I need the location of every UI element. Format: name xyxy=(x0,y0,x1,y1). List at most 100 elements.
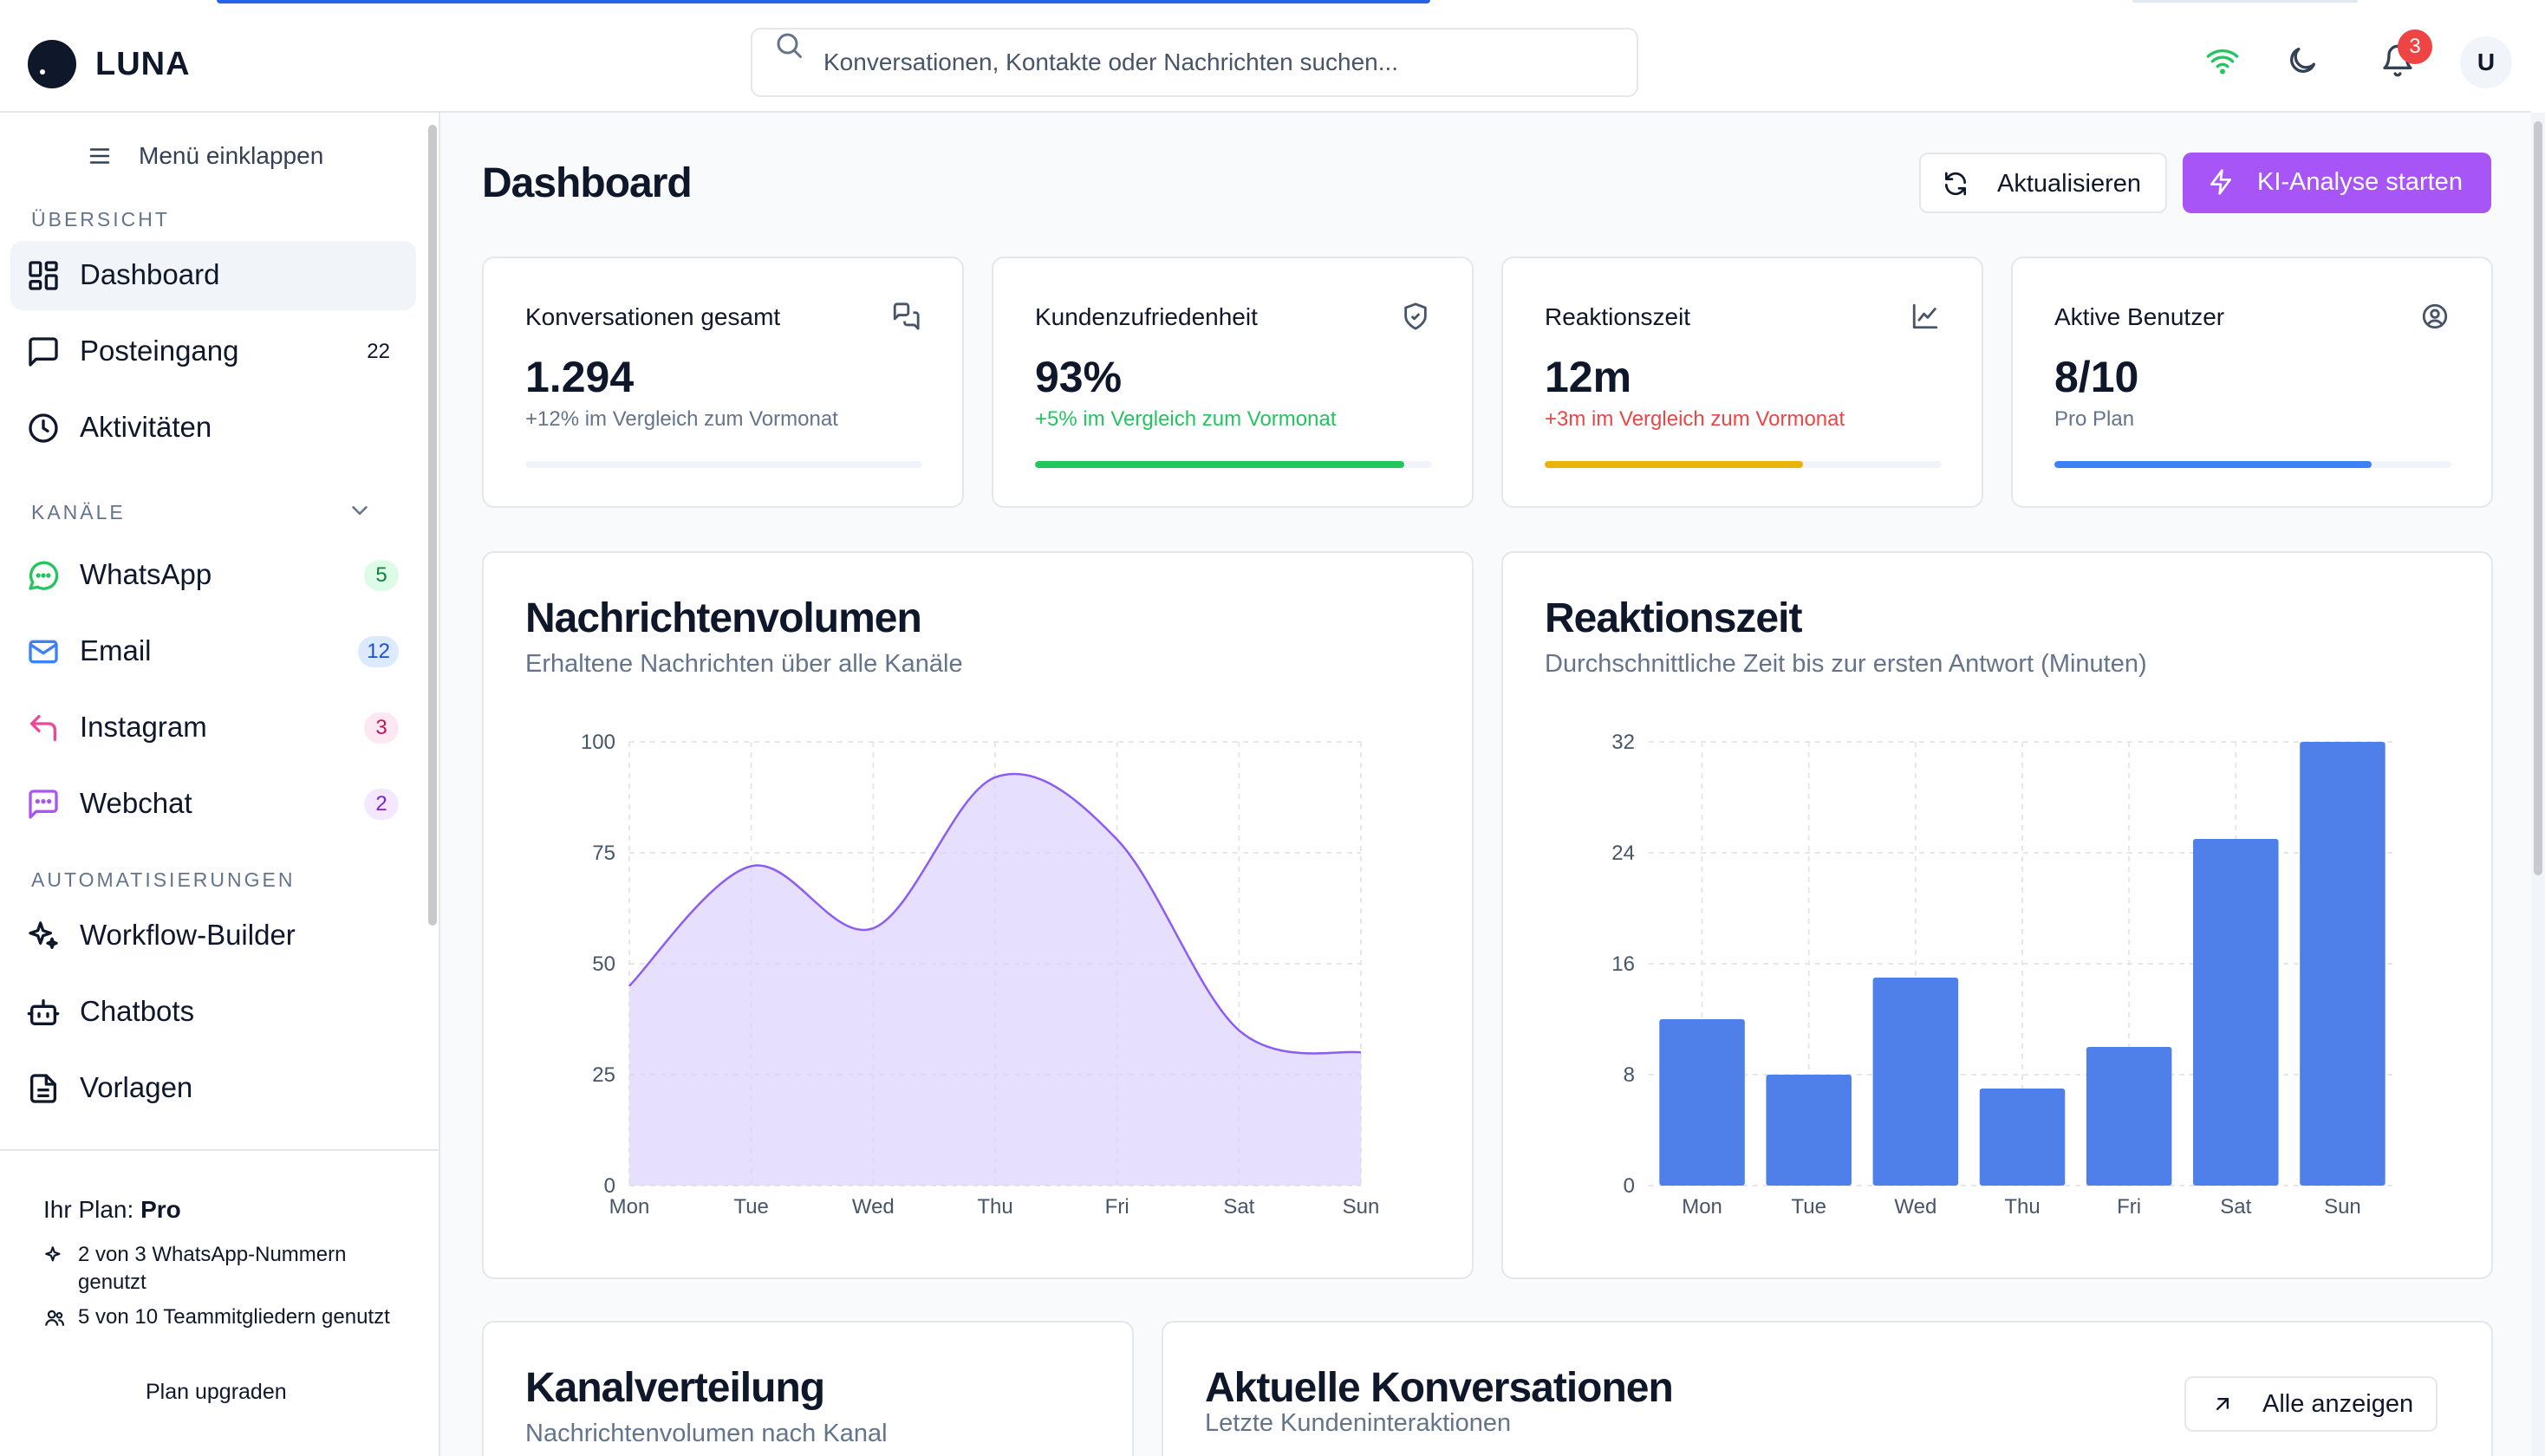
area-fill xyxy=(629,773,1361,1186)
y-tick-label: 0 xyxy=(1624,1174,1635,1198)
whatsapp-count-badge: 5 xyxy=(364,560,399,591)
section-label-overview: ÜBERSICHT xyxy=(31,208,170,231)
wifi-icon[interactable] xyxy=(2205,43,2240,78)
search-input[interactable]: Konversationen, Kontakte oder Nachrichte… xyxy=(751,28,1638,97)
search-icon xyxy=(777,33,802,58)
kpi-progress-fill xyxy=(1035,461,1404,468)
y-tick-label: 75 xyxy=(592,842,615,865)
kpi-title: Aktive Benutzer xyxy=(2054,303,2225,330)
plan-prefix: Ihr Plan: xyxy=(43,1196,141,1223)
moon-icon[interactable] xyxy=(2285,43,2320,78)
arrow-up-right-icon xyxy=(2216,1398,2229,1410)
x-tick-label: Sun xyxy=(2324,1195,2361,1219)
upgrade-plan-button[interactable]: Plan upgraden xyxy=(146,1380,287,1405)
user-circle-icon xyxy=(2422,303,2448,329)
kpi-title: Kundenzufriedenheit xyxy=(1035,303,1258,330)
sidebar-item-webchat[interactable]: Webchat 2 xyxy=(10,770,416,839)
card-title: Aktuelle Konversationen xyxy=(1205,1365,1674,1411)
channel-distribution-card: Kanalverteilung Nachrichtenvolumen nach … xyxy=(482,1321,1134,1456)
x-tick-label: Fri xyxy=(2117,1195,2141,1219)
instagram-count-badge: 3 xyxy=(364,712,399,744)
plan-title: Ihr Plan: Pro xyxy=(43,1196,181,1224)
sidebar-item-chatbots[interactable]: Chatbots xyxy=(10,978,416,1047)
main-scrollbar-track[interactable] xyxy=(2531,113,2545,1456)
app-name: LUNA xyxy=(95,45,191,82)
sidebar-item-instagram[interactable]: Instagram 3 xyxy=(10,693,416,763)
sidebar-item-label: Chatbots xyxy=(80,995,195,1027)
sidebar-item-label: Workflow-Builder xyxy=(80,919,296,951)
chart-title: Reaktionszeit xyxy=(1545,595,1802,641)
sidebar-scrollbar[interactable] xyxy=(428,125,437,926)
whatsapp-usage: 2 von 3 WhatsApp-Nummern genutzt xyxy=(43,1241,390,1297)
x-tick-label: Wed xyxy=(1894,1195,1936,1219)
app-logo[interactable]: LUNA xyxy=(28,40,191,88)
kpi-title: Reaktionszeit xyxy=(1545,303,1691,330)
bar xyxy=(2193,839,2279,1186)
chart-title: Nachrichtenvolumen xyxy=(525,595,922,641)
clock-icon xyxy=(29,413,58,443)
kpi-card-conversations: Konversationen gesamt 1.294 +12% im Verg… xyxy=(482,257,964,508)
kpi-card-response-time: Reaktionszeit 12m +3m im Vergleich zum V… xyxy=(1501,257,1983,508)
collapse-menu-button[interactable]: Menü einklappen xyxy=(87,142,323,170)
refresh-button[interactable]: Aktualisieren xyxy=(1919,153,2167,213)
y-tick-label: 50 xyxy=(592,952,615,976)
bar xyxy=(1979,1089,2066,1186)
sidebar-item-label: Email xyxy=(80,634,152,666)
x-tick-label: Wed xyxy=(852,1195,895,1219)
section-label-automations: AUTOMATISIERUNGEN xyxy=(31,868,296,891)
sidebar-item-activities[interactable]: Aktivitäten xyxy=(10,393,416,463)
bot-icon xyxy=(27,999,60,1025)
y-tick-label: 0 xyxy=(604,1174,615,1198)
sidebar-item-label: WhatsApp xyxy=(80,558,212,590)
sidebar-item-label: Vorlagen xyxy=(80,1071,193,1103)
chart-subtitle: Durchschnittliche Zeit bis zur ersten An… xyxy=(1545,650,2147,678)
search-placeholder: Konversationen, Kontakte oder Nachrichte… xyxy=(823,49,1399,75)
kpi-change: +3m im Vergleich zum Vormonat xyxy=(1545,407,1845,431)
y-tick-label: 25 xyxy=(592,1063,615,1087)
view-all-button[interactable]: Alle anzeigen xyxy=(2184,1376,2438,1432)
reply-icon xyxy=(30,715,56,741)
kpi-card-active-users: Aktive Benutzer 8/10 Pro Plan xyxy=(2011,257,2493,508)
kpi-value: 1.294 xyxy=(525,353,635,401)
plan-info: Ihr Plan: Pro 2 von 3 WhatsApp-Nummern g… xyxy=(0,1149,439,1456)
ai-analysis-button[interactable]: KI-Analyse starten xyxy=(2183,153,2491,213)
sidebar-item-label: Posteingang xyxy=(80,335,239,367)
app-window: LUNA Konversationen, Kontakte oder Nachr… xyxy=(0,0,2545,1456)
main-scrollbar-thumb[interactable] xyxy=(2534,121,2542,875)
sidebar-item-dashboard[interactable]: Dashboard xyxy=(10,241,416,310)
team-usage-text: 5 von 10 Teammitgliedern genutzt xyxy=(78,1305,390,1329)
whatsapp-usage-text: 2 von 3 WhatsApp-Nummern genutzt xyxy=(78,1243,347,1294)
page-title: Dashboard xyxy=(482,160,693,206)
y-tick-label: 100 xyxy=(581,731,615,754)
chart-title: Kanalverteilung xyxy=(525,1365,825,1411)
shield-check-icon xyxy=(1404,302,1427,330)
kpi-value: 93% xyxy=(1035,353,1123,401)
dashboard-icon xyxy=(29,261,58,290)
chat-icon xyxy=(29,790,58,819)
kpi-progress-fill xyxy=(2054,461,2373,468)
sidebar-item-inbox[interactable]: Posteingang 22 xyxy=(10,317,416,387)
sidebar-item-workflow-builder[interactable]: Workflow-Builder xyxy=(10,901,416,971)
collapse-label: Menü einklappen xyxy=(139,142,324,169)
line-chart-icon xyxy=(1912,303,1938,329)
kpi-progress-bar xyxy=(525,461,922,468)
chevron-down-icon[interactable] xyxy=(347,497,373,523)
chart-subtitle: Erhaltene Nachrichten über alle Kanäle xyxy=(525,650,963,678)
sidebar-item-label: Aktivitäten xyxy=(80,411,212,443)
sidebar-item-label: Webchat xyxy=(80,787,192,819)
notification-badge: 3 xyxy=(2398,29,2432,64)
sidebar-item-email[interactable]: Email 12 xyxy=(10,617,416,686)
x-tick-label: Sat xyxy=(2220,1195,2251,1219)
mail-icon xyxy=(29,640,58,664)
user-avatar[interactable]: U xyxy=(2460,36,2512,88)
sidebar-item-whatsapp[interactable]: WhatsApp 5 xyxy=(10,541,416,610)
bar xyxy=(1872,978,1959,1186)
x-tick-label: Sat xyxy=(1223,1195,1254,1219)
inbox-count-badge: 22 xyxy=(367,340,390,363)
sidebar-item-label: Dashboard xyxy=(80,258,220,290)
x-tick-label: Sun xyxy=(1343,1195,1380,1219)
bar xyxy=(1766,1075,1852,1186)
sidebar-item-templates[interactable]: Vorlagen xyxy=(10,1054,416,1123)
kpi-change: +12% im Vergleich zum Vormonat xyxy=(525,407,838,431)
bar xyxy=(2086,1047,2172,1186)
